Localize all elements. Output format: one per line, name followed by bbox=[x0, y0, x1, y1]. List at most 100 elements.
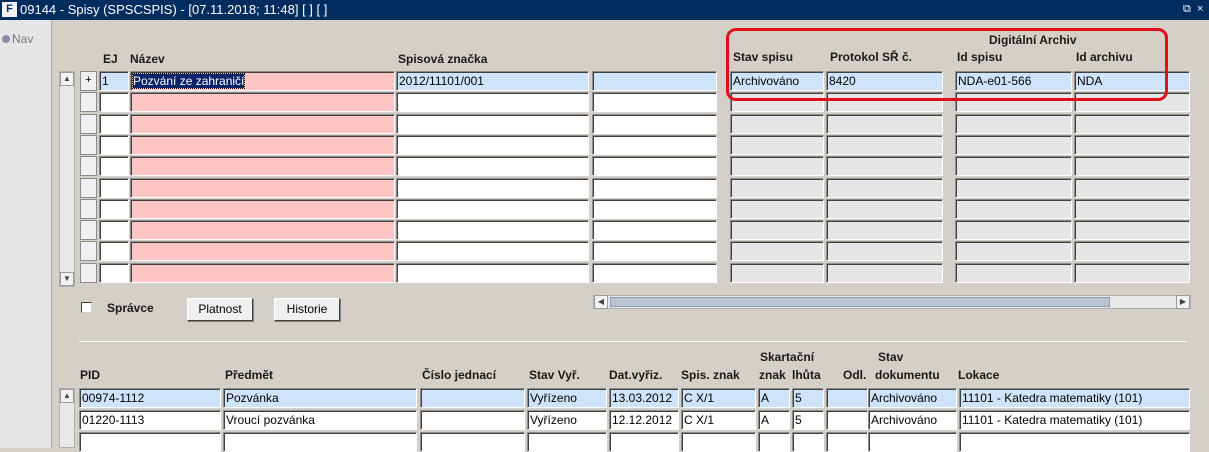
spis-znak-field[interactable]: C X/1 bbox=[681, 410, 756, 430]
record-indicator[interactable] bbox=[80, 92, 97, 113]
ej-field[interactable] bbox=[99, 241, 129, 262]
scroll-up-arrow-icon[interactable]: ▲ bbox=[60, 389, 74, 403]
record-indicator[interactable] bbox=[80, 262, 97, 283]
ej-field[interactable] bbox=[99, 92, 129, 113]
stav-dokumentu-field[interactable]: Archivováno bbox=[868, 410, 957, 430]
predmet-field[interactable]: Vroucí pozvánka bbox=[223, 410, 417, 430]
close-icon[interactable]: × bbox=[1197, 2, 1203, 17]
extra-field[interactable] bbox=[592, 177, 717, 198]
spisova-znacka-field[interactable] bbox=[396, 177, 589, 198]
znak-field[interactable]: A bbox=[758, 410, 790, 430]
predmet-field[interactable]: Pozvánka bbox=[223, 388, 417, 408]
record-indicator[interactable] bbox=[80, 113, 97, 134]
cislo-jednaci-field[interactable] bbox=[420, 388, 525, 408]
upper-horizontal-scrollbar[interactable]: ◀ ▶ bbox=[593, 295, 1191, 309]
lokace-field[interactable] bbox=[959, 432, 1190, 452]
dat-vyriz-field[interactable] bbox=[609, 432, 679, 452]
record-indicator[interactable] bbox=[80, 177, 97, 198]
pid-field[interactable] bbox=[79, 432, 221, 452]
extra-field[interactable] bbox=[592, 220, 717, 241]
spis-znak-field[interactable]: C X/1 bbox=[681, 388, 756, 408]
ej-field[interactable] bbox=[99, 198, 129, 219]
lower-vertical-scrollbar[interactable]: ▲ bbox=[59, 388, 75, 448]
horizontal-scroll-thumb[interactable] bbox=[610, 297, 1110, 307]
ej-field[interactable] bbox=[99, 156, 129, 177]
restore-icon[interactable]: ⧉ bbox=[1183, 2, 1191, 17]
spisova-znacka-field[interactable] bbox=[396, 156, 589, 177]
spis-znak-field[interactable] bbox=[681, 432, 756, 452]
spisova-znacka-field[interactable] bbox=[396, 134, 589, 155]
ej-field[interactable] bbox=[99, 262, 129, 283]
pid-field[interactable]: 01220-1113 bbox=[79, 410, 221, 430]
extra-field[interactable] bbox=[592, 134, 717, 155]
lokace-field[interactable]: 11101 - Katedra matematiky (101) bbox=[959, 410, 1190, 430]
spravce-checkbox[interactable] bbox=[81, 302, 92, 313]
lhuta-field[interactable] bbox=[792, 432, 824, 452]
scroll-up-arrow-icon[interactable]: ▲ bbox=[60, 72, 74, 86]
nazev-field[interactable] bbox=[130, 198, 395, 219]
nazev-field[interactable] bbox=[130, 156, 395, 177]
spisova-znacka-field[interactable] bbox=[396, 241, 589, 262]
spisova-znacka-field[interactable] bbox=[396, 198, 589, 219]
nazev-field[interactable] bbox=[130, 92, 395, 113]
odl-field[interactable] bbox=[826, 432, 868, 452]
record-indicator[interactable] bbox=[80, 198, 97, 219]
upper-vertical-scrollbar[interactable]: ▲ ▼ bbox=[59, 71, 75, 287]
spisova-znacka-field[interactable]: 2012/11101/001 bbox=[396, 71, 589, 91]
ej-field[interactable] bbox=[99, 220, 129, 241]
scroll-left-arrow-icon[interactable]: ◀ bbox=[594, 295, 608, 309]
znak-field[interactable] bbox=[758, 432, 790, 452]
nazev-field[interactable] bbox=[130, 241, 395, 262]
pid-field[interactable]: 00974-1112 bbox=[79, 388, 221, 408]
extra-field[interactable] bbox=[592, 198, 717, 219]
ej-field[interactable] bbox=[99, 113, 129, 134]
znak-field[interactable]: A bbox=[758, 388, 790, 408]
cislo-jednaci-field[interactable] bbox=[420, 410, 525, 430]
dat-vyriz-field[interactable]: 13.03.2012 bbox=[609, 388, 679, 408]
nazev-field[interactable] bbox=[130, 113, 395, 134]
platnost-button[interactable]: Platnost bbox=[187, 298, 253, 321]
record-indicator[interactable] bbox=[80, 220, 97, 241]
odl-field[interactable] bbox=[826, 388, 868, 408]
spisova-znacka-field[interactable] bbox=[396, 113, 589, 134]
record-indicator[interactable] bbox=[80, 241, 97, 262]
nazev-field[interactable] bbox=[130, 220, 395, 241]
dat-vyriz-field[interactable]: 12.12.2012 bbox=[609, 410, 679, 430]
odl-field[interactable] bbox=[826, 410, 868, 430]
ej-field[interactable] bbox=[99, 177, 129, 198]
extra-field[interactable] bbox=[592, 92, 717, 113]
cislo-jednaci-field[interactable] bbox=[420, 432, 525, 452]
record-indicator[interactable] bbox=[80, 156, 97, 177]
spisova-znacka-field[interactable] bbox=[396, 262, 589, 283]
nav-button[interactable]: Nav bbox=[2, 32, 33, 46]
scroll-down-arrow-icon[interactable]: ▼ bbox=[60, 272, 74, 286]
stav-vyr-field[interactable] bbox=[527, 432, 607, 452]
predmet-field[interactable] bbox=[223, 432, 417, 452]
stav-dokumentu-field[interactable] bbox=[868, 432, 957, 452]
extra-field[interactable] bbox=[592, 262, 717, 283]
nazev-field[interactable]: Pozvání ze zahraničí bbox=[130, 71, 395, 91]
historie-button[interactable]: Historie bbox=[274, 298, 340, 321]
spisova-znacka-field[interactable] bbox=[396, 220, 589, 241]
nazev-field[interactable] bbox=[130, 177, 395, 198]
nazev-field[interactable] bbox=[130, 262, 395, 283]
ej-field[interactable]: 1 bbox=[99, 71, 129, 91]
lokace-field[interactable]: 11101 - Katedra matematiky (101) bbox=[959, 388, 1190, 408]
extra-field[interactable] bbox=[592, 156, 717, 177]
stav-vyr-field[interactable]: Vyřízeno bbox=[527, 410, 607, 430]
lhuta-field[interactable]: 5 bbox=[792, 410, 824, 430]
id-spisu-field bbox=[955, 134, 1072, 155]
extra-field[interactable] bbox=[592, 241, 717, 262]
record-indicator[interactable] bbox=[80, 134, 97, 155]
stav-dokumentu-field[interactable]: Archivováno bbox=[868, 388, 957, 408]
stav-vyr-field[interactable]: Vyřízeno bbox=[527, 388, 607, 408]
extra-field[interactable] bbox=[592, 113, 717, 134]
spisova-znacka-field[interactable] bbox=[396, 92, 589, 113]
protokol-field bbox=[826, 262, 943, 283]
record-indicator[interactable]: + bbox=[80, 71, 97, 91]
lhuta-field[interactable]: 5 bbox=[792, 388, 824, 408]
ej-field[interactable] bbox=[99, 134, 129, 155]
nazev-field[interactable] bbox=[130, 134, 395, 155]
extra-field[interactable] bbox=[592, 71, 717, 91]
scroll-right-arrow-icon[interactable]: ▶ bbox=[1176, 295, 1190, 309]
